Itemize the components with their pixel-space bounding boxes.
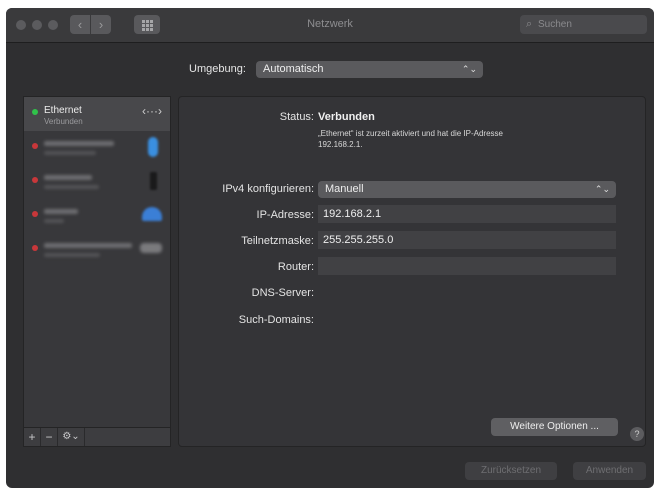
status-value: Verbunden	[318, 111, 375, 123]
advanced-options-button[interactable]: Weitere Optionen ...	[491, 418, 618, 436]
phone-icon	[150, 172, 157, 190]
service-status: Verbunden	[44, 117, 83, 126]
popup-arrows-icon: ⌃⌄	[461, 64, 477, 74]
bluetooth-icon	[148, 137, 158, 157]
remove-service-button[interactable]: −	[41, 428, 58, 446]
subnet-mask-label: Teilnetzmaske:	[241, 235, 314, 247]
location-label: Umgebung:	[189, 63, 246, 75]
status-description-ip: 192.168.2.1.	[318, 140, 363, 149]
service-item-wifi[interactable]	[24, 199, 170, 233]
ip-address-label: IP-Adresse:	[256, 209, 314, 221]
search-domains-label: Such-Domains:	[238, 314, 314, 326]
add-service-button[interactable]: +	[24, 428, 41, 446]
thunderbolt-bridge-icon	[140, 243, 162, 253]
ipv4-configure-value: Manuell	[325, 183, 364, 195]
title-bar: ‹ › Netzwerk ⌕ Suchen	[6, 8, 654, 43]
location-popup[interactable]: Automatisch ⌃⌄	[256, 61, 483, 78]
status-label: Status:	[279, 111, 314, 123]
ip-address-field[interactable]: 192.168.2.1	[318, 205, 616, 223]
minus-icon: −	[45, 430, 53, 444]
gear-icon: ⚙︎⌄	[62, 431, 80, 442]
status-dot	[32, 211, 38, 217]
location-value: Automatisch	[263, 63, 324, 75]
dns-server-label: DNS-Server:	[251, 287, 314, 299]
help-button[interactable]: ?	[630, 427, 644, 441]
service-list-toolbar: + − ⚙︎⌄	[23, 427, 171, 447]
revert-button[interactable]: Zurücksetzen	[465, 462, 557, 480]
plus-icon: +	[28, 430, 36, 444]
router-field[interactable]	[318, 257, 616, 275]
search-placeholder: Suchen	[538, 19, 572, 30]
ethernet-arrows-icon: ‹···›	[142, 104, 162, 118]
ipv4-configure-popup[interactable]: Manuell ⌃⌄	[318, 181, 616, 198]
apply-button[interactable]: Anwenden	[573, 462, 646, 480]
service-item-ethernet[interactable]: Ethernet Verbunden ‹···›	[24, 97, 170, 131]
subnet-mask-field[interactable]: 255.255.255.0	[318, 231, 616, 249]
service-name: Ethernet	[44, 105, 82, 116]
ipv4-configure-label: IPv4 konfigurieren:	[222, 183, 314, 195]
status-dot	[32, 143, 38, 149]
search-field[interactable]: ⌕ Suchen	[520, 15, 647, 34]
action-menu-button[interactable]: ⚙︎⌄	[58, 428, 85, 446]
status-dot	[32, 177, 38, 183]
wifi-icon	[142, 207, 162, 221]
service-list: Ethernet Verbunden ‹···›	[23, 96, 171, 428]
service-item-thunderbolt-bridge[interactable]	[24, 233, 170, 267]
status-description: „Ethernet“ ist zurzeit aktiviert und hat…	[318, 128, 588, 150]
service-item-phone[interactable]	[24, 165, 170, 199]
network-preferences-window: ‹ › Netzwerk ⌕ Suchen Umgebung: Automati…	[6, 8, 654, 488]
status-dot	[32, 245, 38, 251]
status-dot	[32, 109, 38, 115]
service-item-bluetooth[interactable]	[24, 131, 170, 165]
status-description-line: „Ethernet“ ist zurzeit aktiviert und hat…	[318, 129, 503, 138]
router-label: Router:	[277, 261, 314, 273]
search-icon: ⌕	[526, 18, 533, 30]
popup-arrows-icon: ⌃⌄	[594, 184, 610, 194]
